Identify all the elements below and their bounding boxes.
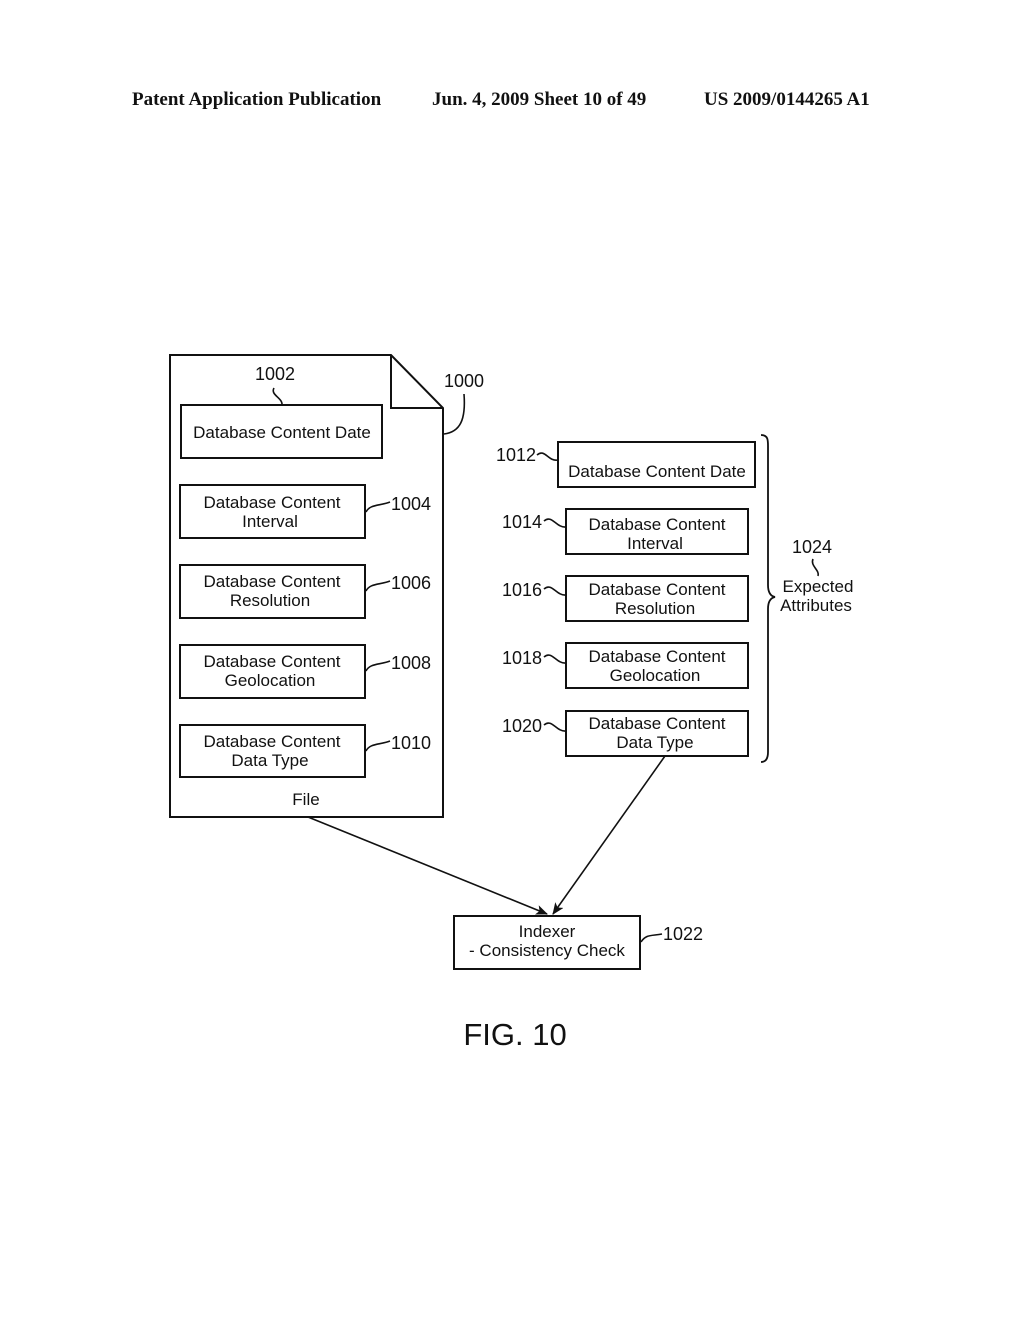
leader-1022 xyxy=(640,933,663,943)
ref-1012: 1012 xyxy=(496,445,536,465)
expected-box-date: Database Content Date 1012 xyxy=(496,441,756,488)
expected-label-line: Attributes xyxy=(780,596,852,615)
box-text: Database Content xyxy=(588,714,725,733)
leader-1018 xyxy=(543,654,567,664)
indexer-box: Indexer - Consistency Check 1022 xyxy=(453,915,703,970)
expected-box-resolution: Database Content Resolution 1016 xyxy=(502,575,749,622)
ref-file: 1000 xyxy=(444,371,484,391)
file-label: File xyxy=(292,790,319,809)
ref-1004: 1004 xyxy=(391,494,431,514)
box-text: Database Content Date xyxy=(193,423,371,442)
box-text: Database Content xyxy=(588,515,725,534)
leader-1012 xyxy=(536,452,559,461)
expected-attributes-label: 1024 Expected Attributes xyxy=(780,537,853,615)
box-text: Geolocation xyxy=(225,671,316,690)
box-text: - Consistency Check xyxy=(469,941,625,960)
figure-label: FIG. 10 xyxy=(463,1017,566,1052)
expected-attributes-brace xyxy=(760,434,776,763)
leader-1014 xyxy=(543,518,567,528)
box-text: Database Content xyxy=(203,732,340,751)
leader-1016 xyxy=(543,586,567,596)
box-text: Indexer xyxy=(519,922,576,941)
ref-1010: 1010 xyxy=(391,733,431,753)
expected-box-interval: Database Content Interval 1014 xyxy=(502,508,749,555)
box-text: Database Content xyxy=(203,493,340,512)
box-text: Data Type xyxy=(231,751,308,770)
box-text: Database Content xyxy=(588,580,725,599)
ref-1018: 1018 xyxy=(502,648,542,668)
box-text: Geolocation xyxy=(610,666,701,685)
ref-1016: 1016 xyxy=(502,580,542,600)
leader-1000 xyxy=(443,393,466,435)
expected-label-line: Expected xyxy=(783,577,854,596)
ref-1006: 1006 xyxy=(391,573,431,593)
box-text: Database Content xyxy=(588,647,725,666)
box-text: Database Content xyxy=(203,652,340,671)
ref-1002: 1002 xyxy=(255,364,295,384)
box-text: Resolution xyxy=(615,599,695,618)
expected-box-data-type: Database Content Data Type 1020 xyxy=(502,710,749,757)
ref-1024: 1024 xyxy=(792,537,832,557)
box-text: Resolution xyxy=(230,591,310,610)
leader-1024 xyxy=(811,558,820,577)
ref-1022: 1022 xyxy=(663,924,703,944)
box-text: Data Type xyxy=(616,733,693,752)
box-text: Interval xyxy=(627,534,683,553)
arrow-file-to-indexer xyxy=(307,816,548,915)
box-text: Database Content xyxy=(203,572,340,591)
arrow-expected-to-indexer xyxy=(552,755,666,915)
diagram: File 1000 Database Content Date 1002 Dat… xyxy=(169,354,853,1052)
box-text: Database Content Date xyxy=(568,462,746,481)
box-text: Interval xyxy=(242,512,298,531)
ref-1014: 1014 xyxy=(502,512,542,532)
ref-1020: 1020 xyxy=(502,716,542,736)
expected-box-geolocation: Database Content Geolocation 1018 xyxy=(502,642,749,689)
leader-1020 xyxy=(543,722,567,732)
ref-1008: 1008 xyxy=(391,653,431,673)
